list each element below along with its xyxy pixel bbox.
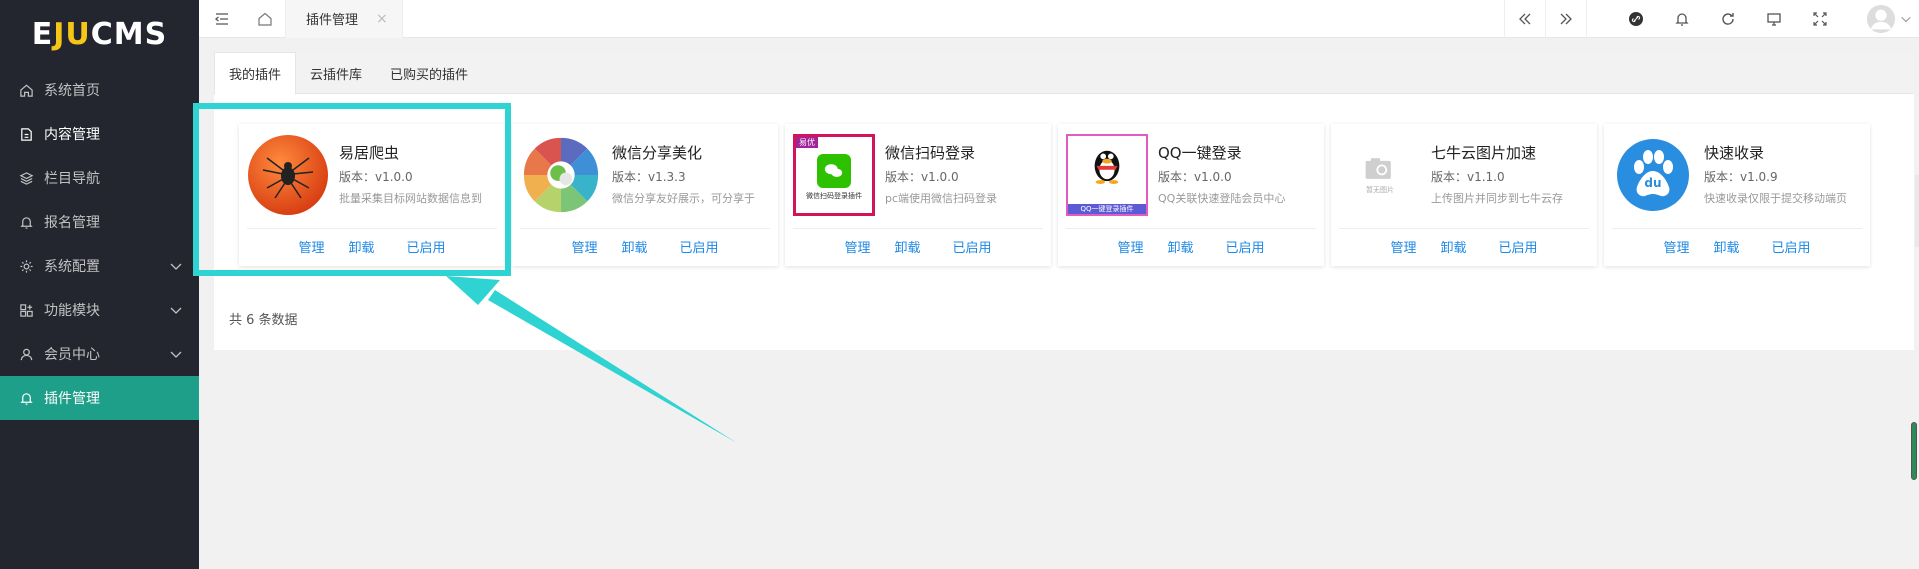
tab-label: 插件管理 [306,13,359,28]
sidebar-item-label: 系统配置 [44,259,100,275]
plugin-description: 微信分享友好展示，可分享于 [612,192,755,205]
plugin-version: 版本：v1.3.3 [612,170,686,184]
link-icon[interactable] [1613,0,1659,38]
user-icon [18,346,34,362]
sidebar-item-label: 插件管理 [44,391,100,407]
plugin-description: pc端使用微信扫码登录 [885,192,998,205]
plugin-caption: QQ一键登录插件 [1068,204,1146,214]
plugin-name: 微信分享美化 [612,144,703,162]
sidebar-item-label: 内容管理 [44,127,100,143]
enabled-status[interactable]: 已启用 [680,237,719,256]
total-count: 共 6 条数据 [229,313,298,328]
bell-icon [18,390,34,406]
wechat-login-icon: 易优 微信扫码登录插件 [793,134,875,216]
fullscreen-icon[interactable] [1797,0,1843,38]
tab-purchased-plugins[interactable]: 已购买的插件 [376,52,482,94]
modules-icon [18,302,34,318]
enabled-status[interactable]: 已启用 [1499,237,1538,256]
plugin-description: 上传图片并同步到七牛云存 [1431,192,1563,205]
avatar-icon [1866,4,1896,34]
sidebar-item-columns[interactable]: 栏目导航 [0,156,199,200]
close-icon[interactable]: × [376,11,388,27]
bell-icon [18,214,34,230]
sidebar-item-label: 会员中心 [44,347,100,363]
next-icon[interactable] [1546,0,1586,38]
tab-plugin-management[interactable]: 插件管理 × [285,0,403,38]
uninstall-link[interactable]: 卸载 [621,237,647,256]
plugin-card: du 快速收录 版本：v1.0.9 快速收录仅限于提交移动端页 管理 卸载 已启… [1604,124,1870,266]
sidebar-item-modules[interactable]: 功能模块 [0,288,199,332]
chevron-down-icon [170,351,182,358]
plugin-caption: 暂无图片 [1366,186,1394,194]
refresh-icon[interactable] [1705,0,1751,38]
manage-link[interactable]: 管理 [1117,237,1143,256]
plugin-card: QQ一键登录插件 QQ一键登录 版本：v1.0.0 QQ关联快速登陆会员中心 管… [1058,124,1324,266]
document-icon [18,126,34,142]
avatar[interactable] [1859,0,1919,38]
sidebar-item-label: 功能模块 [44,303,100,319]
tab-my-plugins[interactable]: 我的插件 [214,52,297,95]
top-bar-actions [1504,0,1919,38]
gear-icon [18,258,34,274]
plugin-card: 易优 微信扫码登录插件 微信扫码登录 版本：v1.0.0 pc端使用微信扫码登录… [785,124,1051,266]
scrollbar-thumb[interactable] [1911,422,1917,480]
layers-icon [18,170,34,186]
sidebar-item-plugins[interactable]: 插件管理 [0,376,199,420]
plugin-version: 版本：v1.0.0 [885,170,959,184]
sidebar-item-settings[interactable]: 系统配置 [0,244,199,288]
chevron-down-icon [170,307,182,314]
page-edge [1915,175,1919,247]
plugin-version: 版本：v1.0.9 [1704,170,1778,184]
home-icon [18,82,34,98]
plugin-version: 版本：v1.1.0 [1431,170,1505,184]
menu-fold-icon[interactable] [199,0,245,38]
plugin-card: 暂无图片 七牛云图片加速 版本：v1.1.0 上传图片并同步到七牛云存 管理 卸… [1331,124,1597,266]
sidebar-item-content[interactable]: 内容管理 [0,112,199,156]
bell-icon[interactable] [1659,0,1705,38]
plugin-card: 微信分享美化 版本：v1.3.3 微信分享友好展示，可分享于 管理 卸载 已启用 [512,124,778,266]
plugin-name: QQ一键登录 [1158,144,1242,162]
sidebar-item-home[interactable]: 系统首页 [0,68,199,112]
no-image-icon: 暂无图片 [1339,134,1421,216]
manage-link[interactable]: 管理 [571,237,597,256]
plugin-description: 快速收录仅限于提交移动端页 [1704,192,1847,205]
prev-icon[interactable] [1505,0,1545,38]
manage-link[interactable]: 管理 [1390,237,1416,256]
enabled-status[interactable]: 已启用 [1226,237,1265,256]
plugin-name: 快速收录 [1704,144,1765,162]
top-bar: 插件管理 × [199,0,1919,38]
plugin-description: QQ关联快速登陆会员中心 [1158,192,1286,205]
plugin-version: 版本：v1.0.0 [1158,170,1232,184]
monitor-icon[interactable] [1751,0,1797,38]
highlight-box [193,103,511,276]
uninstall-link[interactable]: 卸载 [1440,237,1466,256]
qq-icon: QQ一键登录插件 [1066,134,1148,216]
manage-link[interactable]: 管理 [844,237,870,256]
subtabs: 我的插件 云插件库 已购买的插件 [214,52,1914,95]
uninstall-link[interactable]: 卸载 [894,237,920,256]
sidebar: EJUCMS 系统首页 内容管理 栏目导航 报名管理 系统配置 功能模块 会员中… [0,0,199,569]
chevron-down-icon [170,263,182,270]
sidebar-item-label: 报名管理 [44,215,100,231]
logo[interactable]: EJUCMS [0,0,199,68]
plugin-caption: du [1644,176,1662,190]
manage-link[interactable]: 管理 [1663,237,1689,256]
wechat-share-icon [520,134,602,216]
enabled-status[interactable]: 已启用 [953,237,992,256]
enabled-status[interactable]: 已启用 [1772,237,1811,256]
plugin-badge: 易优 [796,137,818,148]
plugin-caption: 微信扫码登录插件 [806,191,862,200]
sidebar-item-label: 系统首页 [44,83,100,99]
plugin-name: 七牛云图片加速 [1431,144,1537,162]
sidebar-item-label: 栏目导航 [44,171,100,187]
tab-cloud-plugins[interactable]: 云插件库 [296,52,376,94]
uninstall-link[interactable]: 卸载 [1167,237,1193,256]
uninstall-link[interactable]: 卸载 [1713,237,1739,256]
plugin-name: 微信扫码登录 [885,144,976,162]
home-icon[interactable] [245,0,285,38]
baidu-paw-icon: du [1612,134,1694,216]
chevron-down-icon [1901,16,1911,23]
sidebar-item-members[interactable]: 会员中心 [0,332,199,376]
sidebar-item-registration[interactable]: 报名管理 [0,200,199,244]
